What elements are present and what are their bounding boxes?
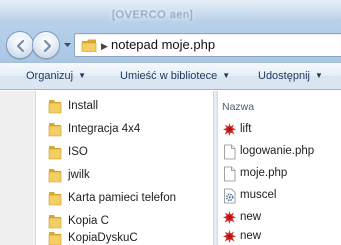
arrow-left-icon [16,39,25,53]
tree-item-label: Install [68,100,99,112]
file-row[interactable]: logowanie.php [218,142,341,161]
file-name: lift [240,123,252,135]
file-row[interactable]: muscel [218,186,341,205]
file-row[interactable]: new [218,208,341,227]
tree-item-label: Karta pamieci telefon [68,192,177,204]
organize-menu-button[interactable]: Organizuj ▼ [26,70,86,82]
window-titlebar: [OVERCO aen] ▶ notepad moje.php [0,0,341,62]
tree-item-label: Integracja 4x4 [68,123,141,135]
forward-button[interactable] [32,31,60,59]
tree-item-integracja[interactable]: Integracja 4x4 [48,120,213,139]
include-in-library-button[interactable]: Umieść w bibliotece ▼ [120,70,230,82]
address-path: notepad moje.php [111,37,216,52]
chevron-down-icon: ▼ [78,71,86,80]
red-splat-icon [223,123,236,136]
file-row[interactable]: new [218,227,341,245]
folder-icon [48,123,62,137]
file-name: moje.php [240,167,288,179]
arrow-right-icon [43,39,52,53]
include-in-library-label: Umieść w bibliotece [120,70,218,82]
navigation-pane: Install Integracja 4x4 ISO jwilk Karta p… [0,91,213,245]
back-button[interactable] [6,31,34,59]
folder-icon [81,39,97,52]
tree-item-kopiadyskuc[interactable]: KopiaDyskuC [48,229,213,245]
tree-item-jwilk[interactable]: jwilk [48,166,213,185]
file-row[interactable]: lift [218,120,341,139]
folder-icon [48,215,62,229]
share-with-label: Udostępnij [258,70,310,82]
file-name: new [240,230,262,242]
file-name: logowanie.php [240,145,315,157]
tree-item-iso[interactable]: ISO [48,143,213,162]
recent-pages-dropdown-icon[interactable] [63,41,72,49]
tree-item-install[interactable]: Install [48,97,213,116]
organize-label: Organizuj [26,70,74,82]
share-with-button[interactable]: Udostępnij ▼ [258,70,323,82]
folder-icon [48,192,62,206]
tree-item-karta-pamieci[interactable]: Karta pamieci telefon [48,189,213,208]
navigation-pane-margin [0,91,36,245]
column-header-name[interactable]: Nazwa [218,96,341,116]
document-icon [224,144,236,160]
command-bar: Organizuj ▼ Umieść w bibliotece ▼ Udostępn… [0,62,341,90]
tree-item-label: KopiaDyskuC [68,232,138,244]
file-name: new [240,211,262,223]
folder-icon [48,100,62,114]
address-bar[interactable]: ▶ notepad moje.php [74,33,341,57]
file-name: muscel [240,189,277,201]
gear-document-icon [224,188,236,204]
file-list: Nazwa lift logowanie.php moje.php muscel [218,91,341,245]
red-splat-icon [223,211,236,224]
window-title: [OVERCO aen] [112,9,194,21]
navigation-buttons [6,31,72,59]
chevron-down-icon: ▼ [314,71,323,80]
column-header-label: Nazwa [222,101,255,113]
tree-item-label: jwilk [68,169,90,181]
tree-item-label: Kopia C [68,215,109,227]
breadcrumb-chevron-icon[interactable]: ▶ [101,41,108,52]
red-splat-icon [223,230,236,243]
tree-item-label: ISO [68,146,88,158]
document-icon [224,166,236,182]
folder-icon [48,232,62,245]
folder-icon [48,146,62,160]
chevron-down-icon: ▼ [222,71,231,80]
file-row[interactable]: moje.php [218,164,341,183]
folder-icon [48,169,62,183]
